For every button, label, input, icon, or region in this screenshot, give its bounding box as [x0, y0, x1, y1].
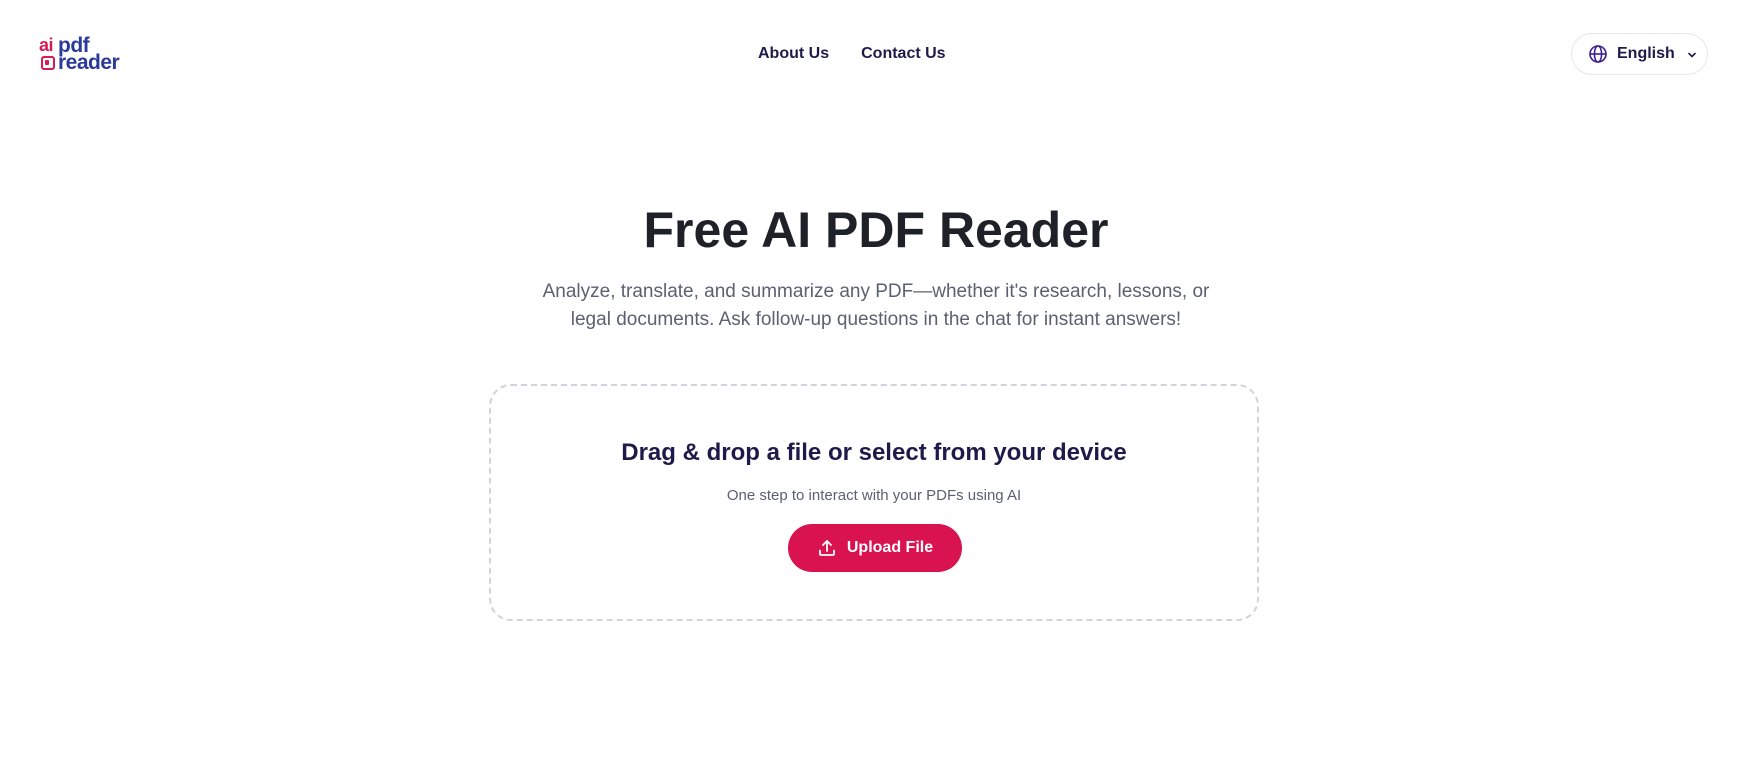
chevron-down-icon	[1686, 48, 1698, 60]
language-label: English	[1617, 45, 1675, 62]
nav-link-about-us[interactable]: About Us	[758, 44, 829, 64]
file-dropzone[interactable]: Drag & drop a file or select from your d…	[489, 384, 1259, 621]
ai-pdf-reader-logo[interactable]: ai pdf reader	[39, 35, 129, 74]
page-subtitle: Analyze, translate, and summarize any PD…	[542, 281, 1210, 330]
upload-icon	[817, 538, 837, 558]
globe-icon	[1588, 44, 1608, 64]
logo-reader-text: reader	[58, 51, 120, 74]
logo-document-icon	[41, 56, 55, 70]
language-selector[interactable]: English	[1571, 33, 1708, 75]
dropzone-subtitle: One step to interact with your PDFs usin…	[726, 487, 1022, 504]
logo-ai-text: ai	[39, 35, 54, 55]
dropzone-title: Drag & drop a file or select from your d…	[621, 439, 1127, 466]
main-nav: About Us Contact Us	[758, 44, 946, 64]
site-header: ai pdf reader About Us Contact Us Englis…	[0, 0, 1752, 108]
nav-link-contact-us[interactable]: Contact Us	[861, 44, 945, 64]
page-title: Free AI PDF Reader	[643, 202, 1109, 258]
upload-button-label: Upload File	[846, 539, 934, 556]
upload-file-button[interactable]: Upload File	[788, 524, 962, 572]
